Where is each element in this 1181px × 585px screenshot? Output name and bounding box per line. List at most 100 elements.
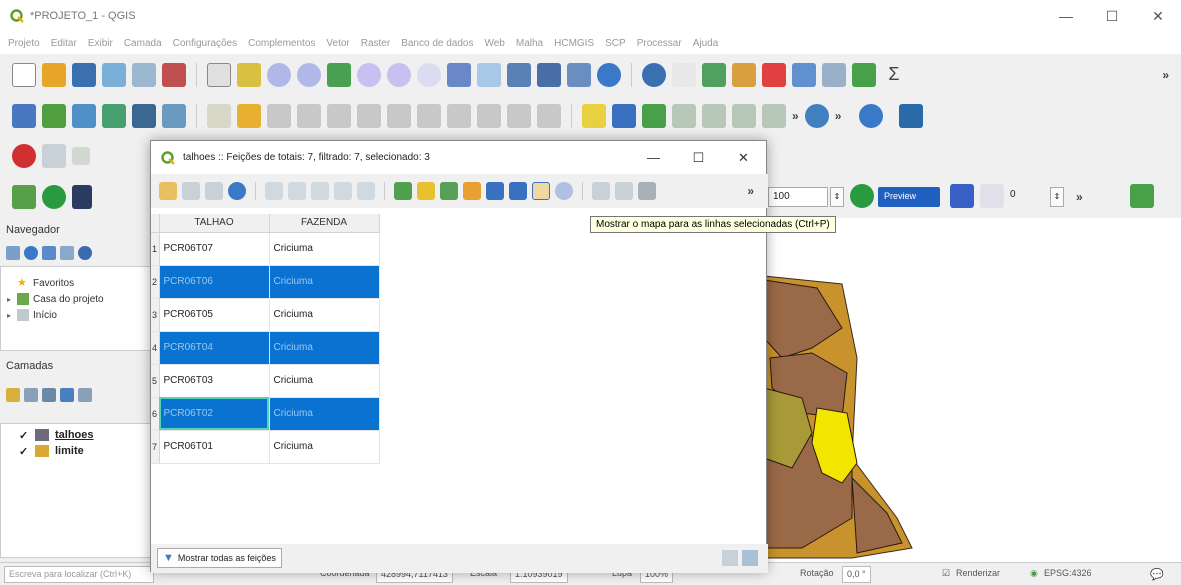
preview-button[interactable]: Preview: [878, 187, 940, 207]
move-selection-top-icon[interactable]: [509, 182, 527, 200]
pan-to-selection-icon[interactable]: [237, 63, 261, 87]
properties-icon[interactable]: [78, 246, 92, 260]
tree-item-project-home[interactable]: ▸ Casa do projeto: [1, 291, 151, 307]
plugin-vector-icon[interactable]: [42, 144, 66, 168]
toolbar-more[interactable]: »: [835, 109, 842, 123]
filter-legend-icon[interactable]: [60, 388, 74, 402]
menu-ajuda[interactable]: Ajuda: [693, 38, 719, 49]
dialog-close-button[interactable]: ✕: [721, 141, 766, 174]
row-number[interactable]: 4: [151, 331, 160, 365]
reload-icon[interactable]: [228, 182, 246, 200]
menu-hcmgis[interactable]: HCMGIS: [554, 38, 594, 49]
toggle-editing-icon[interactable]: [159, 182, 177, 200]
menu-raster[interactable]: Raster: [361, 38, 390, 49]
dialog-minimize-button[interactable]: —: [631, 141, 676, 174]
cell-talhao[interactable]: PCR06T03: [159, 364, 270, 398]
current-edits-icon[interactable]: [207, 104, 231, 128]
menu-exibir[interactable]: Exibir: [88, 38, 113, 49]
refresh-icon[interactable]: [597, 63, 621, 87]
vertex-tool-icon[interactable]: [357, 104, 381, 128]
add-vector-layer-icon[interactable]: [42, 104, 66, 128]
rotation-field[interactable]: 0,0 °: [842, 566, 871, 583]
row-number[interactable]: 5: [151, 364, 160, 398]
field-calculator-icon[interactable]: [638, 182, 656, 200]
row-number[interactable]: 7: [151, 430, 160, 464]
save-edits-icon[interactable]: [267, 104, 291, 128]
plugin-search-icon[interactable]: [804, 104, 829, 128]
table-view-icon[interactable]: [742, 550, 758, 566]
table-row[interactable]: 5 PCR06T03 Criciuma: [151, 364, 380, 398]
save-edits-icon[interactable]: [205, 182, 223, 200]
plugin-grid-icon[interactable]: [72, 147, 90, 165]
cell-fazenda[interactable]: Criciuma: [269, 364, 380, 398]
layer-checkbox[interactable]: ✓: [19, 445, 31, 458]
row-number[interactable]: 3: [151, 298, 160, 332]
scp-scale-input[interactable]: 100: [768, 187, 828, 207]
tree-item-home[interactable]: ▸ Início: [1, 307, 151, 323]
paste-features-icon[interactable]: [477, 104, 501, 128]
add-postgis-layer-icon[interactable]: [132, 104, 156, 128]
add-raster-layer-icon[interactable]: [72, 104, 96, 128]
open-project-icon[interactable]: [42, 63, 66, 87]
delete-feature-icon[interactable]: [288, 182, 306, 200]
field-calculator-icon[interactable]: [792, 63, 816, 87]
copy-icon[interactable]: [334, 182, 352, 200]
zoom-full-icon[interactable]: [357, 63, 381, 87]
toolbar-more[interactable]: »: [792, 109, 799, 123]
minimize-button[interactable]: —: [1043, 0, 1089, 32]
new-project-icon[interactable]: [12, 63, 36, 87]
scp-rgb-icon[interactable]: [72, 185, 92, 209]
scp-tool-icon[interactable]: [1130, 184, 1154, 208]
row-number[interactable]: 2: [151, 265, 160, 299]
row-number[interactable]: 1: [151, 232, 160, 266]
plugin-red-icon[interactable]: [12, 144, 36, 168]
sum-icon[interactable]: Σ: [882, 63, 906, 87]
messages-icon[interactable]: 💬: [1150, 568, 1164, 581]
visibility-icon[interactable]: [42, 388, 56, 402]
table-row[interactable]: 7 PCR06T01 Criciuma: [151, 430, 380, 464]
scp-zoom-icon[interactable]: [42, 185, 66, 209]
zoom-to-selection-icon[interactable]: [387, 63, 411, 87]
menu-vetor[interactable]: Vetor: [326, 38, 349, 49]
zoom-out-icon[interactable]: [297, 63, 321, 87]
add-csv-layer-icon[interactable]: [102, 104, 126, 128]
cell-fazenda[interactable]: Criciuma: [269, 232, 380, 266]
cell-fazenda[interactable]: Criciuma: [269, 397, 380, 431]
scp-band-icon[interactable]: [12, 185, 36, 209]
undo-icon[interactable]: [507, 104, 531, 128]
cut-icon[interactable]: [311, 182, 329, 200]
form-view-icon[interactable]: [722, 550, 738, 566]
menu-processar[interactable]: Processar: [637, 38, 682, 49]
rotate-label-icon[interactable]: [732, 104, 756, 128]
column-header-fazenda[interactable]: FAZENDA: [269, 214, 380, 233]
maximize-button[interactable]: ☐: [1089, 0, 1135, 32]
save-project-icon[interactable]: [72, 63, 96, 87]
layer-talhoes[interactable]: ✓ talhoes: [1, 427, 151, 443]
table-row[interactable]: 3 PCR06T05 Criciuma: [151, 298, 380, 332]
toggle-editing-icon[interactable]: [237, 104, 261, 128]
table-row[interactable]: 1 PCR06T07 Criciuma: [151, 232, 380, 266]
bookmark-icon[interactable]: [567, 63, 591, 87]
menu-camada[interactable]: Camada: [124, 38, 162, 49]
menu-scp[interactable]: SCP: [605, 38, 626, 49]
scp-zoom-preview-icon[interactable]: [850, 184, 874, 208]
row-number[interactable]: 6: [151, 397, 160, 431]
cut-features-icon[interactable]: [417, 104, 441, 128]
filter-icon[interactable]: [42, 246, 56, 260]
menu-editar[interactable]: Editar: [51, 38, 77, 49]
add-selected-icon[interactable]: [6, 246, 20, 260]
deselect-all-icon[interactable]: [463, 182, 481, 200]
new-print-layout-icon[interactable]: [102, 63, 126, 87]
toolbar-more[interactable]: »: [1162, 68, 1169, 82]
filter-select-icon[interactable]: [486, 182, 504, 200]
layer-labeling-icon[interactable]: [612, 104, 636, 128]
pan-to-selected-icon[interactable]: [532, 182, 550, 200]
cell-talhao[interactable]: PCR06T06: [159, 265, 270, 299]
menu-complementos[interactable]: Complementos: [248, 38, 315, 49]
cell-fazenda[interactable]: Criciuma: [269, 331, 380, 365]
show-all-features-button[interactable]: ▼ Mostrar todas as feições: [157, 548, 282, 568]
dialog-maximize-button[interactable]: ☐: [676, 141, 721, 174]
scp-color-icon[interactable]: [950, 184, 974, 208]
zoom-last-icon[interactable]: [447, 63, 471, 87]
scp-slider-value[interactable]: 0: [1010, 189, 1016, 200]
